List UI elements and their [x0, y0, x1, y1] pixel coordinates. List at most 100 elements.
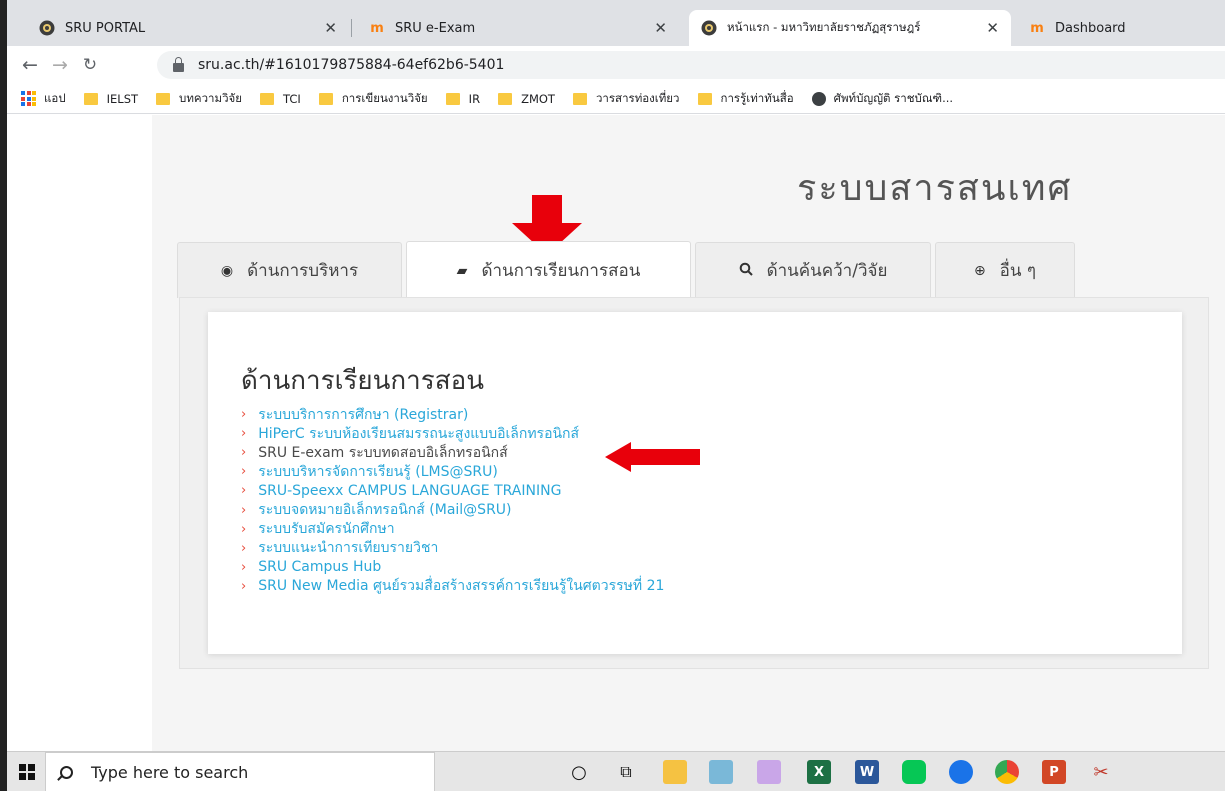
forward-arrow-icon[interactable]: →	[45, 54, 75, 76]
powerpoint-icon[interactable]: P	[1042, 760, 1066, 784]
file-explorer-icon[interactable]	[663, 760, 687, 784]
bookmark-research-articles[interactable]: บทความวิจัย	[156, 90, 242, 108]
windows-start-icon[interactable]	[19, 763, 35, 780]
chrome-icon[interactable]	[995, 760, 1019, 784]
bookmarks-bar: แอป IELST บทความวิจัย TCI การเขียนงานวิจ…	[7, 84, 1225, 114]
red-arrow-left-annotation	[605, 442, 700, 472]
globe-icon	[811, 91, 826, 106]
excel-icon[interactable]: X	[807, 760, 831, 784]
list-item: › SRU-Speexx CAMPUS LANGUAGE TRAINING	[241, 481, 664, 500]
bookmark-label: ZMOT	[521, 91, 555, 106]
link-new-media[interactable]: SRU New Media ศูนย์รวมสื่อสร้างสรรค์การเ…	[258, 575, 664, 597]
bookmark-apps[interactable]: แอป	[21, 90, 66, 108]
tab-title: SRU PORTAL	[65, 20, 146, 36]
bookmark-research-writing[interactable]: การเขียนงานวิจัย	[318, 90, 428, 108]
bookmark-label: วารสารท่องเที่ยว	[595, 90, 680, 105]
panel-heading: ด้านการเรียนการสอน	[241, 366, 484, 396]
cortana-circle-icon[interactable]: ○	[567, 760, 591, 784]
bookmark-ielst[interactable]: IELST	[83, 92, 138, 106]
bookmark-label: แอป	[44, 90, 66, 105]
chevron-right-icon: ›	[241, 578, 247, 594]
tab-teaching-learning[interactable]: ▰ ด้านการเรียนการสอน	[406, 241, 691, 299]
browser-tab-sru-e-exam[interactable]: m SRU e-Exam ✕	[357, 10, 679, 46]
windows-taskbar: Type here to search ○ ⧉ X W P ✂	[7, 751, 1225, 791]
chevron-right-icon: ›	[241, 502, 247, 518]
bookmark-tci[interactable]: TCI	[260, 92, 301, 106]
address-bar[interactable]: sru.ac.th/#1610179875884-64ef62b6-5401	[157, 51, 1225, 79]
word-icon[interactable]: W	[855, 760, 879, 784]
bookmark-zmot[interactable]: ZMOT	[498, 92, 555, 106]
line-app-icon[interactable]	[902, 760, 926, 784]
system-links-list: › ระบบบริการการศึกษา (Registrar) › HiPerC …	[241, 405, 664, 596]
folder-icon	[156, 92, 171, 105]
browser-tab-strip: SRU PORTAL ✕ m SRU e-Exam ✕ หน้าแรก - มห…	[7, 0, 1225, 46]
web-page: ระบบสารสนเทศ ◉ ด้านการบริหาร ▰ ด้านการเร…	[7, 115, 1225, 751]
link-speexx[interactable]: SRU-Speexx CAMPUS LANGUAGE TRAINING	[258, 483, 561, 499]
back-arrow-icon[interactable]: ←	[15, 54, 45, 76]
task-view-icon[interactable]: ⧉	[614, 760, 638, 784]
tab-label: ด้านการเรียนการสอน	[481, 261, 641, 281]
apps-grid-icon	[21, 91, 36, 106]
tab-label: ด้านค้นคว้า/วิจัย	[766, 261, 888, 281]
tab-content-area: ด้านการเรียนการสอน › ระบบบริการการศึกษา (…	[179, 297, 1209, 669]
teaching-learning-panel: ด้านการเรียนการสอน › ระบบบริการการศึกษา (…	[208, 312, 1182, 654]
tab-title: หน้าแรก - มหาวิทยาลัยราชภัฏสุราษฎร์	[727, 20, 921, 34]
bookmark-ir[interactable]: IR	[445, 91, 481, 106]
tab-research[interactable]: ด้านค้นคว้า/วิจัย	[695, 242, 931, 298]
lock-icon	[173, 56, 184, 72]
moodle-icon: m	[370, 20, 384, 36]
tab-label: อื่น ๆ	[999, 261, 1037, 281]
paint-app-icon[interactable]	[757, 760, 781, 784]
tab-administration[interactable]: ◉ ด้านการบริหาร	[177, 242, 402, 298]
list-item: › SRU New Media ศูนย์รวมสื่อสร้างสรรค์การ…	[241, 577, 664, 596]
bookmark-royal-institute-terms[interactable]: ศัพท์บัญญัติ ราชบัณฑิ...	[811, 90, 954, 108]
list-item: › ระบบรับสมัครนักศึกษา	[241, 520, 664, 539]
taskbar-search-box[interactable]: Type here to search	[45, 752, 435, 791]
close-tab-icon[interactable]: ✕	[324, 19, 337, 37]
browser-tab-sru-home[interactable]: หน้าแรก - มหาวิทยาลัยราชภัฏสุราษฎร์ ✕	[689, 10, 1011, 46]
close-tab-icon[interactable]: ✕	[654, 19, 667, 37]
link-campus-hub[interactable]: SRU Campus Hub	[258, 559, 381, 575]
bookmark-label: IR	[468, 91, 481, 106]
folder-icon	[318, 92, 333, 105]
photos-app-icon[interactable]	[709, 760, 733, 784]
bookmark-label: การรู้เท่าทันสื่อ	[720, 90, 794, 105]
browser-toolbar: ← → ↻ sru.ac.th/#1610179875884-64ef62b6-…	[7, 46, 1225, 84]
user-circle-icon: ◉	[220, 262, 234, 279]
bookmark-media-literacy[interactable]: การรู้เท่าทันสื่อ	[697, 90, 794, 108]
list-item: › SRU Campus Hub	[241, 558, 664, 577]
browser-tab-sru-portal[interactable]: SRU PORTAL ✕	[27, 10, 349, 46]
folder-icon	[260, 92, 275, 105]
folder-icon	[83, 92, 98, 105]
close-tab-icon[interactable]: ✕	[986, 19, 999, 37]
screenshot-frame: SRU PORTAL ✕ m SRU e-Exam ✕ หน้าแรก - มห…	[0, 0, 1225, 791]
tab-title: Dashboard	[1055, 20, 1126, 36]
plus-circle-icon: ⊕	[973, 262, 986, 279]
chevron-right-icon: ›	[241, 464, 247, 480]
sru-logo-icon	[701, 20, 717, 36]
list-item: › ระบบแนะนำการเทียบรายวิชา	[241, 539, 664, 558]
chevron-right-icon: ›	[241, 521, 247, 537]
list-item: › ระบบบริการการศึกษา (Registrar)	[241, 405, 664, 424]
bookmark-label: บทความวิจัย	[179, 90, 243, 105]
folder-icon	[697, 92, 712, 105]
cloud-app-icon[interactable]	[949, 760, 973, 784]
search-icon	[739, 262, 753, 280]
list-item: › ระบบจดหมายอิเล็กทรอนิกส์ (Mail@SRU)	[241, 500, 664, 519]
browser-tab-dashboard[interactable]: m Dashboard	[1017, 10, 1225, 46]
folder-icon	[445, 92, 460, 105]
bookmark-tourism-journal[interactable]: วารสารท่องเที่ยว	[572, 90, 680, 108]
sru-logo-icon	[39, 20, 55, 36]
link-lms[interactable]: ระบบบริหารจัดการเรียนรู้ (LMS@SRU)	[258, 461, 498, 483]
page-title: ระบบสารสนเทศ	[797, 168, 1073, 209]
tab-label: ด้านการบริหาร	[247, 261, 359, 281]
moodle-icon: m	[1030, 20, 1044, 36]
link-course-transfer[interactable]: ระบบแนะนำการเทียบรายวิชา	[258, 537, 438, 559]
chevron-right-icon: ›	[241, 426, 247, 442]
tab-others[interactable]: ⊕ อื่น ๆ	[935, 242, 1075, 298]
bookmark-label: การเขียนงานวิจัย	[341, 90, 428, 105]
chevron-right-icon: ›	[241, 445, 247, 461]
snipping-tool-icon[interactable]: ✂	[1089, 760, 1113, 784]
reload-icon[interactable]: ↻	[75, 55, 105, 75]
bookmark-label: ศัพท์บัญญัติ ราชบัณฑิ...	[833, 90, 954, 105]
